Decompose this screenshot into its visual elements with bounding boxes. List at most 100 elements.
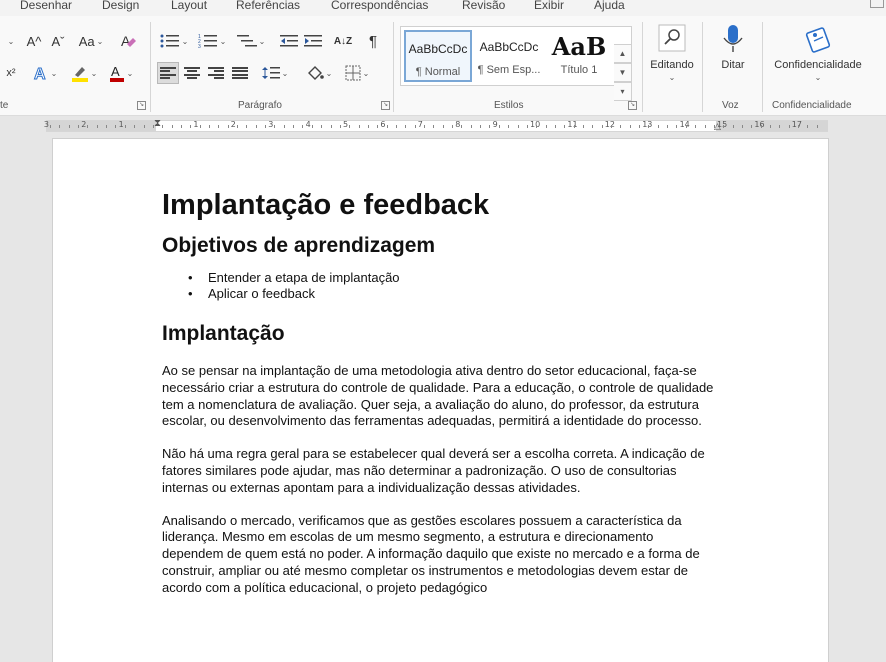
font-size-dropdown[interactable]: ⌄ bbox=[0, 30, 20, 52]
tab-correspondencias[interactable]: Correspondências bbox=[331, 0, 428, 12]
shading-button[interactable]: ⌄ bbox=[302, 62, 336, 84]
align-left-button[interactable] bbox=[157, 62, 179, 84]
paragraph-dialog-launcher-icon[interactable]: ↘ bbox=[381, 101, 390, 110]
numbering-button[interactable]: 1 2 3 ⌄ bbox=[196, 30, 228, 52]
paragraph[interactable]: Analisando o mercado, verificamos que as… bbox=[162, 513, 718, 597]
ruler-tick bbox=[741, 125, 743, 128]
ruler-tick bbox=[798, 125, 799, 128]
divider bbox=[393, 22, 394, 112]
divider bbox=[702, 22, 703, 112]
list-item[interactable]: Entender a etapa de implantação bbox=[188, 270, 718, 286]
align-right-button[interactable] bbox=[205, 62, 227, 84]
align-left-icon bbox=[160, 67, 176, 79]
horizontal-ruler[interactable]: ⧗ △ 3 2 1 1 2 3 4 5 6 7 8 9 10 11 12 13 14 15 16 17 bbox=[44, 118, 828, 132]
decrease-indent-button[interactable] bbox=[278, 30, 300, 52]
tab-ajuda[interactable]: Ajuda bbox=[594, 0, 625, 12]
ruler-tick bbox=[143, 125, 145, 128]
list-item[interactable]: Aplicar o feedback bbox=[188, 286, 718, 302]
ruler-tick bbox=[713, 125, 715, 128]
tab-referencias[interactable]: Referências bbox=[236, 0, 300, 12]
justify-button[interactable] bbox=[229, 62, 251, 84]
ruler-tick bbox=[508, 125, 510, 128]
ruler-tick bbox=[358, 125, 360, 128]
ruler-number: 6 bbox=[380, 120, 386, 129]
ruler-tick bbox=[807, 125, 809, 128]
share-icon[interactable] bbox=[870, 0, 884, 8]
paragraph[interactable]: Ao se pensar na implantação de uma metod… bbox=[162, 363, 718, 430]
ruler-tick bbox=[433, 125, 435, 128]
ruler-tick bbox=[676, 125, 678, 128]
document-title[interactable]: Implantação e feedback bbox=[162, 185, 718, 225]
ruler-tick bbox=[274, 125, 276, 128]
style-normal[interactable]: AaBbCcDc ¶ Normal bbox=[404, 30, 472, 82]
font-color-button[interactable]: A ⌄ bbox=[106, 62, 136, 84]
highlight-color-button[interactable]: ⌄ bbox=[68, 62, 100, 84]
ruler-tick bbox=[367, 125, 369, 128]
ruler-number: 13 bbox=[642, 120, 653, 129]
grow-font-button[interactable]: A^ bbox=[24, 30, 44, 52]
editing-button[interactable]: Editando ⌄ bbox=[648, 24, 696, 82]
microphone-icon bbox=[723, 25, 743, 52]
style-no-spacing[interactable]: AaBbCcDc ¶ Sem Esp... bbox=[475, 30, 543, 82]
dictate-button[interactable]: Ditar bbox=[712, 24, 754, 71]
chevron-up-icon[interactable]: ▲ bbox=[614, 44, 632, 63]
superscript-button[interactable]: x² bbox=[2, 62, 20, 84]
align-center-button[interactable] bbox=[181, 62, 203, 84]
tab-desenhar[interactable]: Desenhar bbox=[20, 0, 72, 12]
borders-button[interactable]: ⌄ bbox=[340, 62, 374, 84]
sensitivity-button[interactable]: Confidencialidade ⌄ bbox=[768, 24, 868, 82]
show-formatting-button[interactable]: ¶ bbox=[362, 30, 384, 52]
chevron-down-icon: ⌄ bbox=[814, 73, 822, 82]
more-styles-icon[interactable]: ▾ bbox=[614, 82, 632, 101]
paragraph[interactable]: Não há uma regra geral para se estabelec… bbox=[162, 446, 718, 496]
chevron-down-icon[interactable]: ▼ bbox=[614, 63, 632, 82]
shrink-font-button[interactable]: Aˇ bbox=[48, 30, 68, 52]
ruler-tick bbox=[424, 125, 425, 128]
style-heading-1[interactable]: AaB Título 1 bbox=[545, 30, 613, 82]
ruler-tick bbox=[629, 125, 631, 128]
tab-layout[interactable]: Layout bbox=[171, 0, 207, 12]
bullets-button[interactable]: ⌄ bbox=[158, 30, 190, 52]
ruler-tick bbox=[68, 125, 70, 128]
align-center-icon bbox=[184, 67, 200, 79]
ruler-number: 15 bbox=[717, 120, 728, 129]
styles-gallery: AaBbCcDc ¶ Normal AaBbCcDc ¶ Sem Esp... … bbox=[400, 26, 632, 86]
ruler-tick bbox=[302, 125, 304, 128]
line-spacing-button[interactable]: ⌄ bbox=[258, 62, 292, 84]
ruler-tick bbox=[489, 125, 491, 128]
ruler-tick bbox=[237, 125, 238, 128]
document-page[interactable]: Implantação e feedback Objetivos de apre… bbox=[52, 138, 829, 662]
tab-design[interactable]: Design bbox=[102, 0, 139, 12]
tab-exibir[interactable]: Exibir bbox=[534, 0, 564, 12]
ruler-number: 12 bbox=[604, 120, 615, 129]
ruler-tick bbox=[87, 125, 89, 128]
tab-revisao[interactable]: Revisão bbox=[462, 0, 505, 12]
ruler-tick bbox=[461, 125, 463, 128]
clear-formatting-button[interactable]: A bbox=[118, 30, 140, 52]
ruler-number: 4 bbox=[305, 120, 311, 129]
styles-scroll: ▲ ▼ ▾ bbox=[614, 44, 632, 104]
ruler-tick bbox=[78, 125, 80, 128]
ruler-tick bbox=[685, 125, 687, 128]
ruler-number: 9 bbox=[492, 120, 498, 129]
styles-dialog-launcher-icon[interactable]: ↘ bbox=[628, 101, 637, 110]
ruler-tick bbox=[573, 125, 575, 128]
ruler-tick bbox=[115, 125, 117, 128]
sort-button[interactable]: A↓Z bbox=[332, 30, 354, 52]
heading-implantacao[interactable]: Implantação bbox=[162, 320, 718, 348]
ruler-tick bbox=[620, 125, 622, 128]
ruler-tick bbox=[283, 125, 285, 128]
svg-text:3: 3 bbox=[198, 44, 201, 48]
font-dialog-launcher-icon[interactable]: ↘ bbox=[137, 101, 146, 110]
change-case-button[interactable]: Aa ⌄ bbox=[76, 30, 106, 52]
indent-marker-icon[interactable]: ⧗ bbox=[154, 118, 161, 129]
heading-learning-objectives[interactable]: Objetivos de aprendizagem bbox=[162, 232, 718, 260]
ruler-tick bbox=[405, 125, 407, 128]
text-effects-icon: A bbox=[33, 66, 46, 82]
multilevel-list-button[interactable]: ⌄ bbox=[234, 30, 268, 52]
ribbon: ⌄ A^ Aˇ Aa ⌄ A x² A ⌄ ⌄ A ⌄ te ↘ ⌄ 1 2 3 ⌄ ⌄ A… bbox=[0, 16, 886, 116]
increase-indent-button[interactable] bbox=[302, 30, 324, 52]
ruler-tick bbox=[545, 125, 547, 128]
text-effects-button[interactable]: A ⌄ bbox=[30, 62, 60, 84]
ruler-number: 2 bbox=[230, 120, 236, 129]
